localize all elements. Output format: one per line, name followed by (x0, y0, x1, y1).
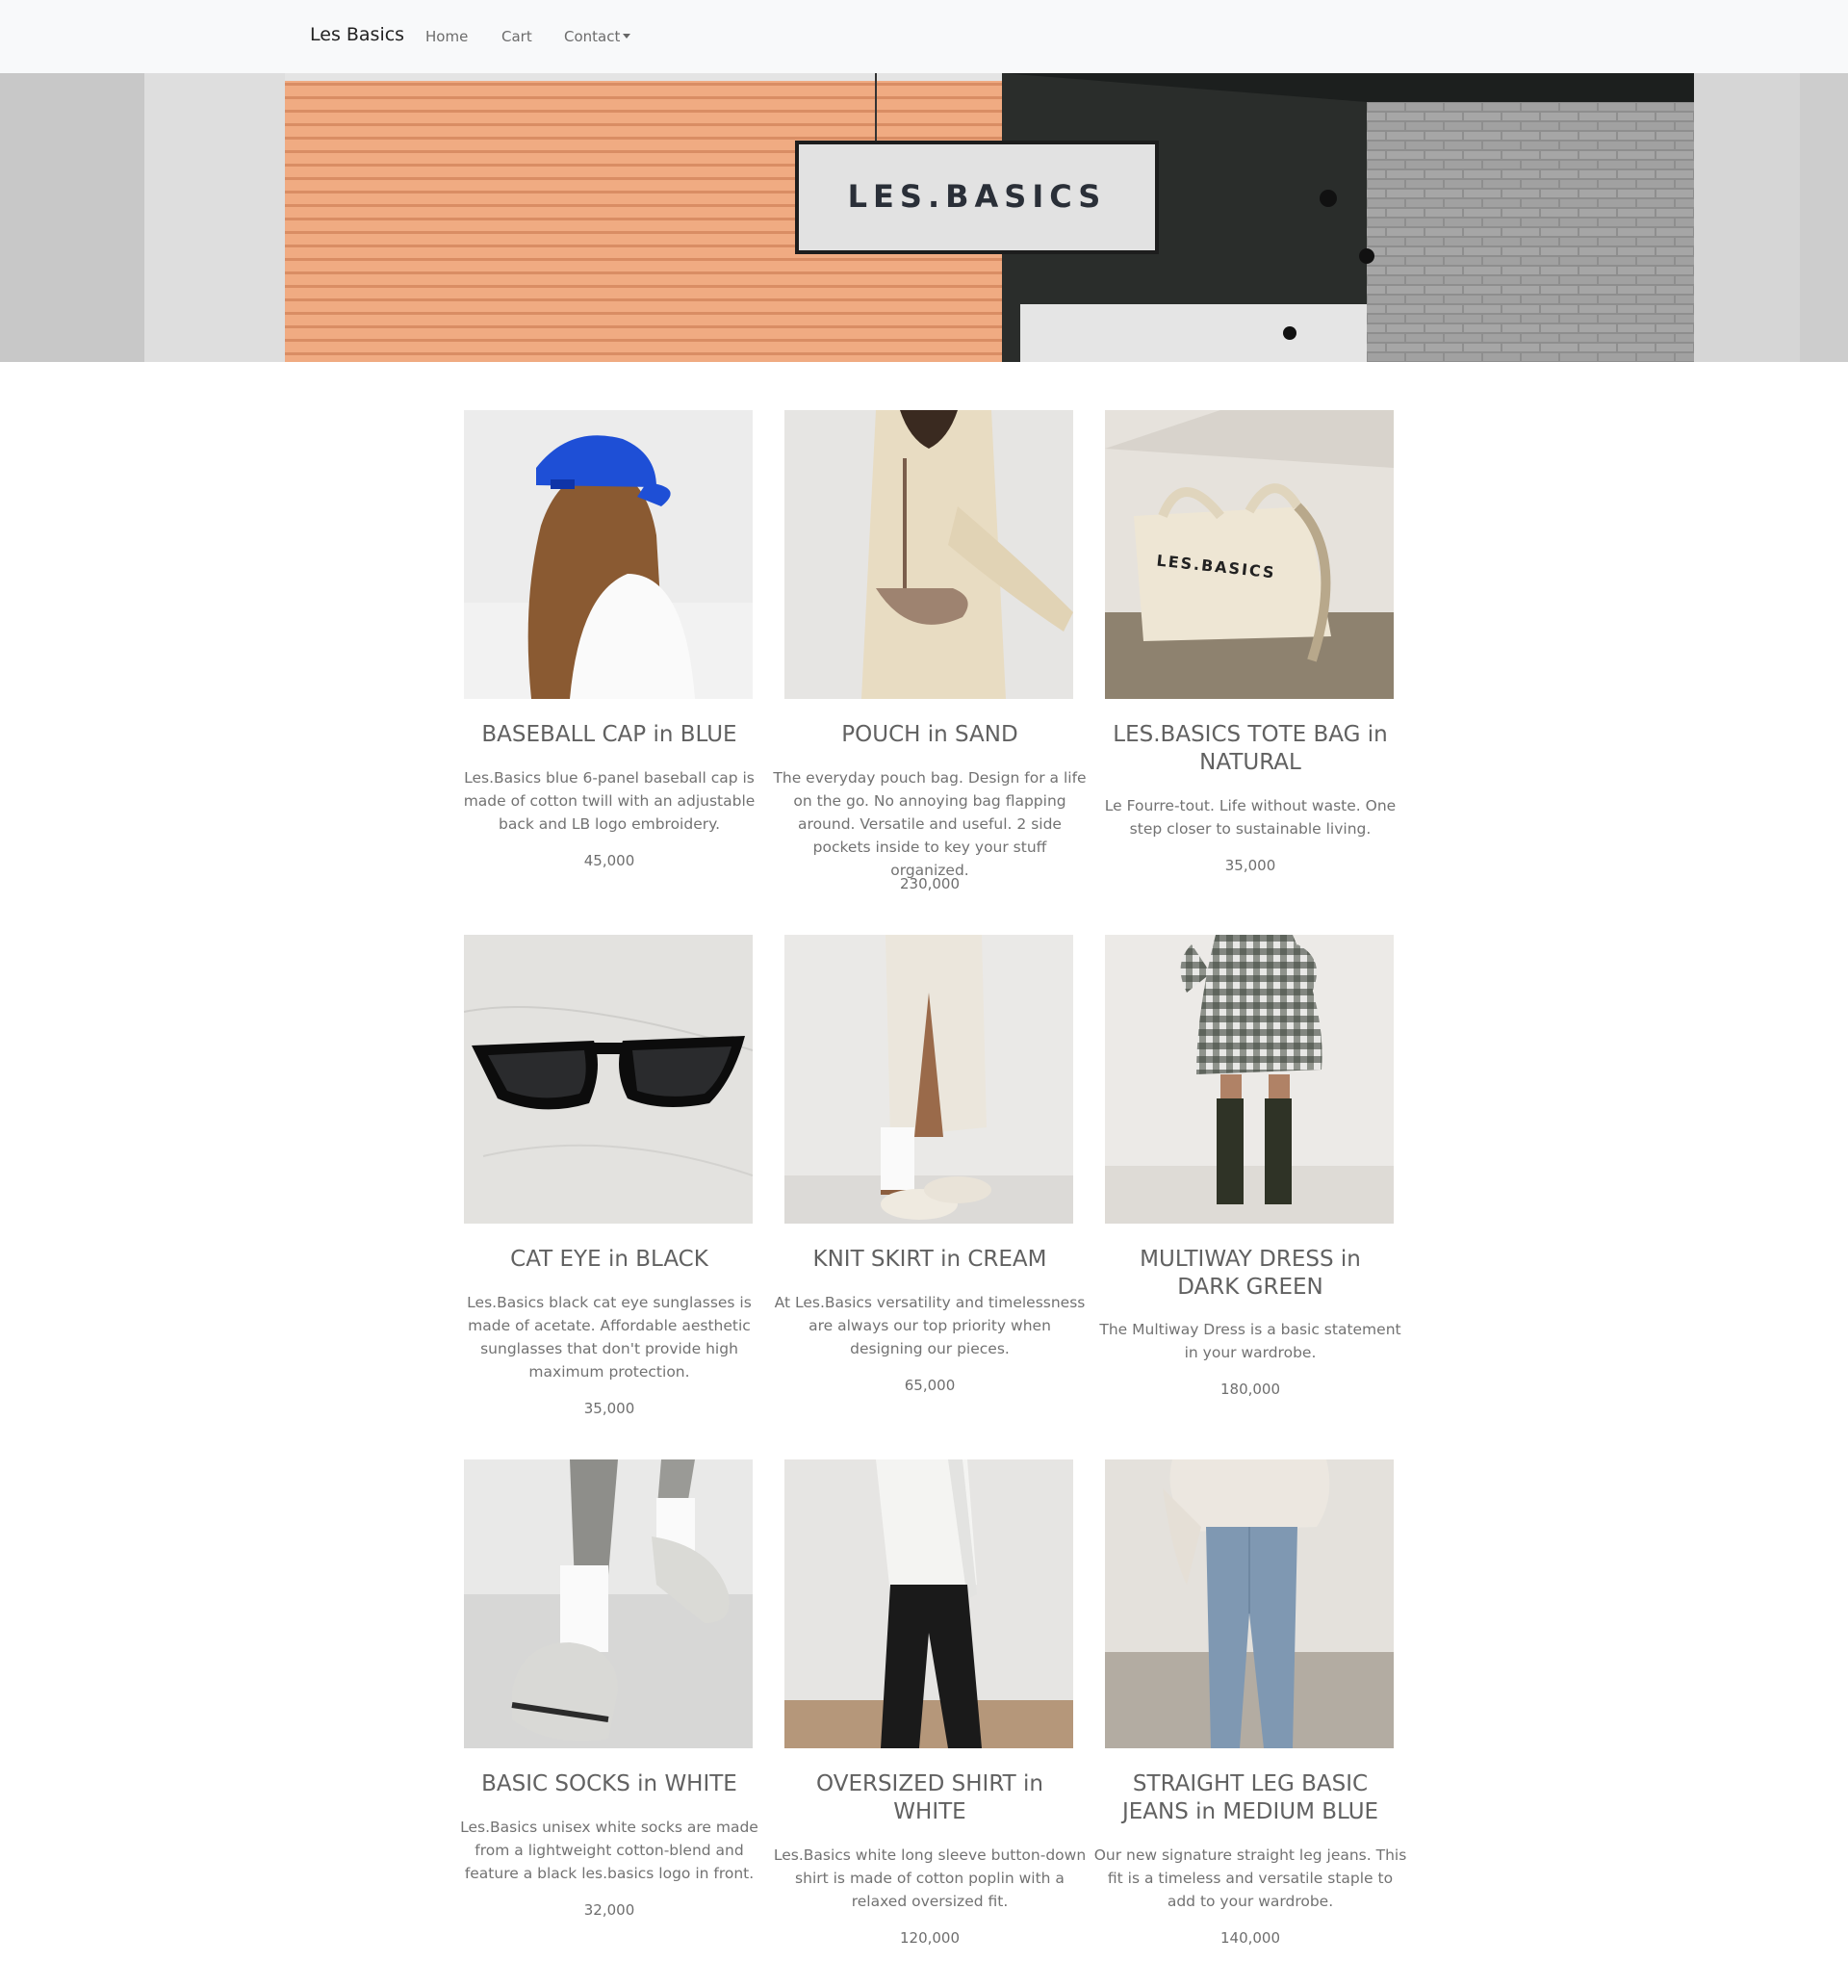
product-price: 35,000 (583, 1400, 635, 1417)
product-image[interactable] (464, 1459, 753, 1748)
product-description: Les.Basics black cat eye sunglasses is m… (467, 1294, 752, 1381)
product-description: The everyday pouch bag. Design for a lif… (773, 769, 1087, 879)
product-description: At Les.Basics versatility and timelessne… (774, 1294, 1086, 1357)
product-title[interactable]: OVERSIZED SHIRT in WHITE (769, 1770, 1091, 1826)
product-image[interactable] (784, 410, 1073, 699)
product-title[interactable]: CAT EYE in BLACK (449, 1246, 770, 1274)
hero-banner: LES.BASICS (0, 73, 1848, 362)
product-description: Le Fourre-tout. Life without waste. One … (1104, 797, 1397, 838)
product-title[interactable]: MULTIWAY DRESS in DARK GREEN (1090, 1246, 1411, 1302)
product-price: 32,000 (583, 1901, 635, 1919)
navbar: Les Basics Home Cart Contact (0, 0, 1848, 73)
product-description: The Multiway Dress is a basic statement … (1099, 1321, 1401, 1361)
product-title[interactable]: BASEBALL CAP in BLUE (449, 721, 770, 749)
product-price: 180,000 (1219, 1381, 1281, 1398)
nav-contact-dropdown[interactable]: Contact (564, 28, 631, 45)
product-title[interactable]: POUCH in SAND (769, 721, 1091, 749)
product-description: Our new signature straight leg jeans. Th… (1093, 1846, 1407, 1910)
product-price: 120,000 (899, 1929, 961, 1947)
product-description: Les.Basics white long sleeve button-down… (773, 1846, 1087, 1910)
product-title[interactable]: LES.BASICS TOTE BAG in NATURAL (1090, 721, 1411, 777)
caret-down-icon (623, 34, 631, 39)
product-price: 140,000 (1219, 1929, 1281, 1947)
svg-text:LES.BASICS: LES.BASICS (848, 178, 1107, 215)
product-title[interactable]: KNIT SKIRT in CREAM (769, 1246, 1091, 1274)
product-price: 45,000 (583, 852, 635, 869)
brand-link[interactable]: Les Basics (310, 24, 404, 45)
nav-home-link[interactable]: Home (425, 28, 468, 45)
product-image[interactable] (1105, 935, 1394, 1224)
product-image[interactable]: LES.BASICS (1105, 410, 1394, 699)
product-description: Les.Basics blue 6-panel baseball cap is … (463, 769, 756, 833)
product-image[interactable] (1105, 1459, 1394, 1748)
product-price: 65,000 (904, 1377, 956, 1394)
nav-cart-link[interactable]: Cart (501, 28, 532, 45)
product-image[interactable] (464, 935, 753, 1224)
product-title[interactable]: BASIC SOCKS in WHITE (449, 1770, 770, 1798)
nav-contact-label: Contact (564, 28, 621, 45)
product-image[interactable] (784, 1459, 1073, 1748)
storefront-image: LES.BASICS (0, 73, 1848, 362)
product-image[interactable] (784, 935, 1073, 1224)
product-price: 35,000 (1224, 857, 1276, 874)
product-description: Les.Basics unisex white socks are made f… (460, 1819, 758, 1882)
product-price: 230,000 (899, 875, 961, 892)
product-title[interactable]: STRAIGHT LEG BASIC JEANS in MEDIUM BLUE (1090, 1770, 1411, 1826)
product-image[interactable] (464, 410, 753, 699)
